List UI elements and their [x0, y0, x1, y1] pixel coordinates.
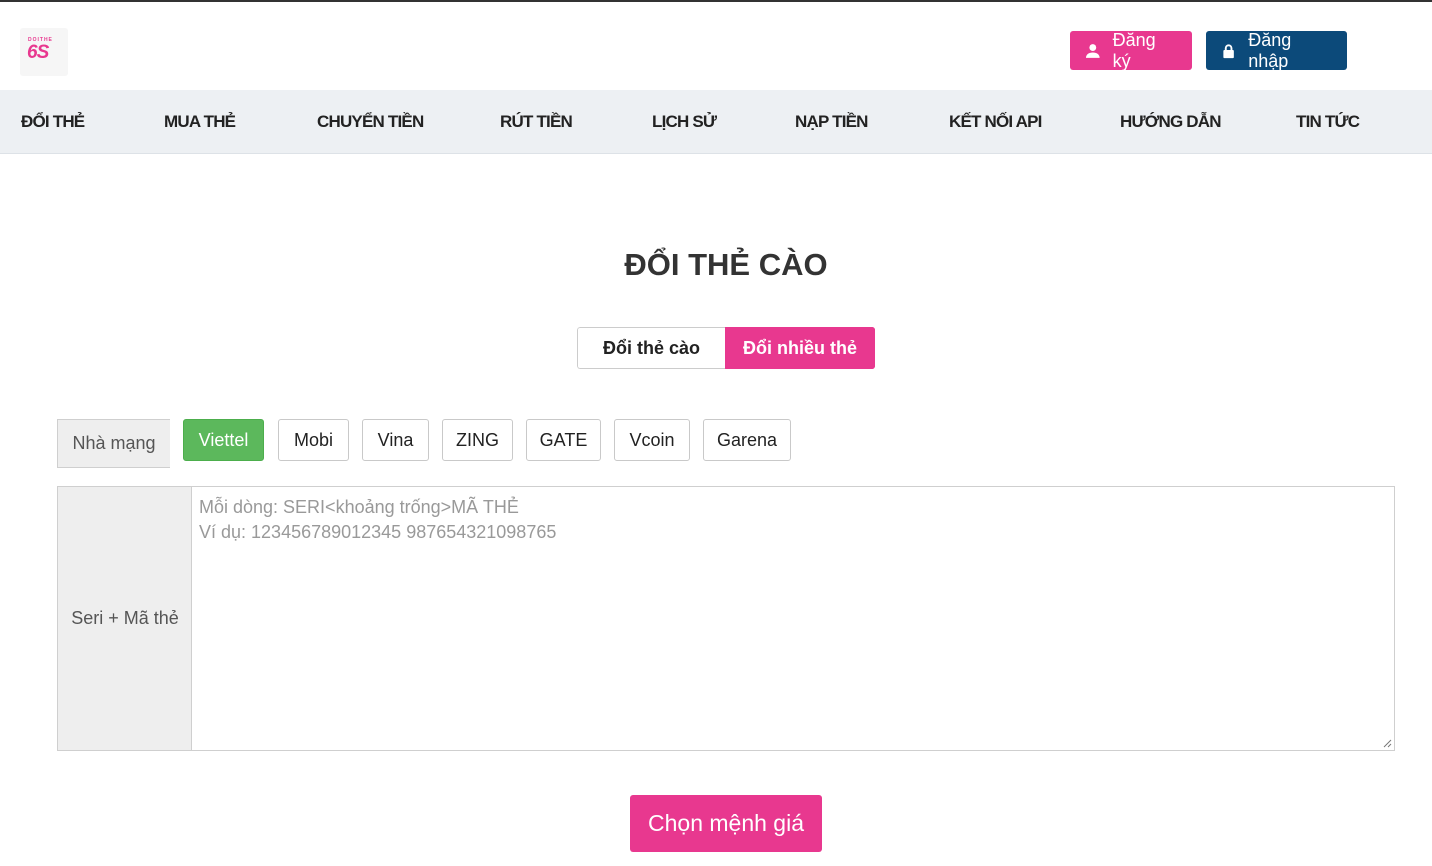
nav-item-huong-dan[interactable]: HƯỚNG DẪN	[1120, 90, 1222, 154]
nav-item-tin-tuc[interactable]: TIN TỨC	[1296, 90, 1360, 154]
lock-icon	[1223, 43, 1234, 58]
nav-item-doi-the[interactable]: ĐỔI THẺ	[21, 90, 85, 154]
user-icon	[1085, 43, 1100, 58]
register-label: Đăng ký	[1112, 29, 1156, 71]
network-vina-button[interactable]: Vina	[362, 419, 429, 461]
network-zing-button[interactable]: ZING	[442, 419, 513, 461]
nav-item-nap-tien[interactable]: NẠP TIỀN	[795, 90, 868, 154]
nav-item-chuyen-tien[interactable]: CHUYỂN TIỀN	[317, 90, 424, 154]
tab-multiple-cards[interactable]: Đổi nhiều thẻ	[725, 327, 875, 369]
nav-item-ket-noi-api[interactable]: KẾT NỐI API	[949, 90, 1042, 154]
login-label: Đăng nhập	[1248, 29, 1292, 71]
network-garena-button[interactable]: Garena	[703, 419, 791, 461]
nav-item-mua-the[interactable]: MUA THẺ	[164, 90, 236, 154]
nav-item-rut-tien[interactable]: RÚT TIỀN	[500, 90, 573, 154]
resize-handle-icon[interactable]	[1383, 739, 1392, 748]
choose-denomination-button[interactable]: Chọn mệnh giá	[630, 795, 822, 852]
codes-label: Seri + Mã thẻ	[57, 486, 192, 751]
network-viettel-button[interactable]: Viettel	[183, 419, 264, 461]
register-button[interactable]: Đăng ký	[1070, 29, 1192, 71]
site-header: DOITHE 6S Đăng ký Đăng nhập	[0, 2, 1432, 90]
site-logo[interactable]: DOITHE 6S	[20, 28, 68, 76]
network-mobi-button[interactable]: Mobi	[278, 419, 349, 461]
codes-placeholder-line-1: Mỗi dòng: SERI<khoảng trống>MÃ THẺ	[199, 497, 519, 517]
tab-single-card[interactable]: Đổi thẻ cào	[577, 327, 725, 369]
network-gate-button[interactable]: GATE	[526, 419, 601, 461]
network-label: Nhà mạng	[57, 419, 170, 468]
main-nav: ĐỔI THẺ MUA THẺ CHUYỂN TIỀN RÚT TIỀN LỊC…	[0, 90, 1432, 154]
login-button[interactable]: Đăng nhập	[1206, 29, 1347, 71]
codes-textarea[interactable]: Mỗi dòng: SERI<khoảng trống>MÃ THẺ Ví dụ…	[191, 486, 1395, 751]
page-title: ĐỔI THẺ CÀO	[624, 247, 828, 282]
logo-text: 6S	[27, 42, 49, 63]
mode-toggle: Đổi thẻ cào Đổi nhiều thẻ	[577, 327, 875, 369]
codes-placeholder-line-2: Ví dụ: 123456789012345 987654321098765	[199, 522, 557, 542]
nav-item-lich-su[interactable]: LỊCH SỬ	[652, 90, 717, 154]
network-vcoin-button[interactable]: Vcoin	[614, 419, 690, 461]
